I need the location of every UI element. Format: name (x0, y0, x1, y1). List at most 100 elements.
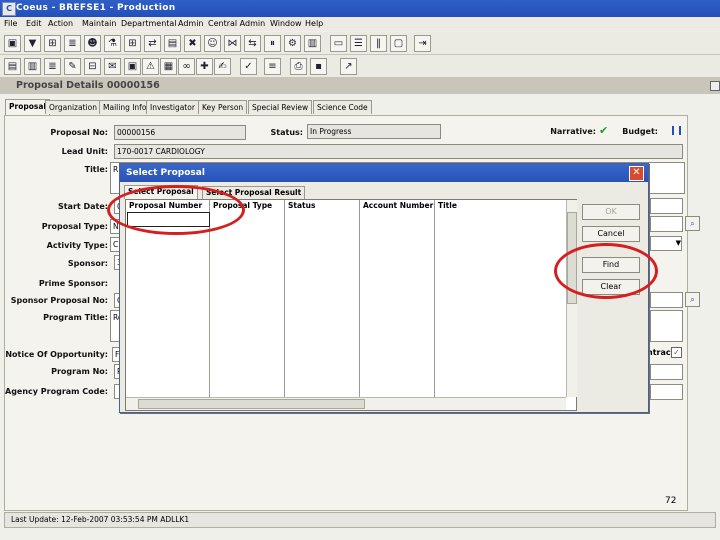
vertical-scrollbar[interactable] (566, 200, 577, 397)
maximize-icon[interactable] (710, 81, 720, 91)
proposal-no-field: 00000156 (114, 125, 246, 140)
tab-proposal[interactable]: Proposal (5, 99, 50, 115)
menu-admin[interactable]: Admin (178, 19, 204, 28)
ok-button[interactable]: OK (582, 204, 640, 220)
program-title-right-field[interactable] (650, 310, 683, 342)
dialog-title-bar: Select Proposal ✕ (120, 164, 648, 182)
column-title[interactable]: Title (438, 201, 457, 211)
tools-icon[interactable]: ✖ (184, 35, 201, 52)
list-icon[interactable]: ≣ (44, 58, 61, 75)
column-divider (284, 200, 285, 397)
tab-science-code[interactable]: Science Code (313, 100, 372, 114)
sponsor-label: Sponsor: (67, 259, 108, 268)
tab-mailing-info[interactable]: Mailing Info (99, 100, 151, 114)
new-icon[interactable]: ▤ (4, 58, 21, 75)
network-icon[interactable]: ⋈ (224, 35, 241, 52)
grid-icon[interactable]: ⊞ (44, 35, 61, 52)
program-no-right-field[interactable] (650, 364, 683, 380)
down-arrow-icon[interactable]: ▼ (24, 35, 41, 52)
arrows-icon[interactable]: ⇄ (144, 35, 161, 52)
horizontal-scrollbar[interactable] (126, 397, 566, 410)
list-icon[interactable]: ≣ (64, 35, 81, 52)
proposal-type-label: Proposal Type: (41, 222, 108, 231)
grid-icon[interactable]: ⊞ (124, 35, 141, 52)
save-icon[interactable]: ▪ (310, 58, 327, 75)
status-bar: Last Update: 12-Feb-2007 03:53:54 PM ADL… (4, 512, 716, 528)
people-icon[interactable]: ☻ (84, 35, 101, 52)
chart-icon[interactable]: ▥ (304, 35, 321, 52)
warning-icon[interactable]: ⚠ (142, 58, 159, 75)
proposal-window-title-bar: Proposal Details 00000156 (0, 78, 720, 94)
budget-label: Budget: (622, 127, 658, 136)
column-account-number[interactable]: Account Number (363, 201, 433, 211)
tab-organization[interactable]: Organization (45, 100, 101, 114)
menu-help[interactable]: Help (305, 19, 323, 28)
sponsor-proposal-no-label: Sponsor Proposal No: (10, 296, 108, 305)
contract-checkbox[interactable]: ✓ (671, 347, 682, 358)
lead-unit-field: 170-0017 CARDIOLOGY (114, 144, 683, 159)
flask-icon[interactable]: ⚗ (104, 35, 121, 52)
print-icon[interactable]: ⎙ (290, 58, 307, 75)
users-icon[interactable]: ☺ (204, 35, 221, 52)
dialog-title: Select Proposal (126, 168, 205, 178)
activity-type-dropdown[interactable]: ▼ (650, 236, 682, 251)
slide-number: 72 (665, 496, 677, 506)
flow-icon[interactable]: ⇆ (244, 35, 261, 52)
open-icon[interactable]: ▣ (4, 35, 21, 52)
lead-unit-label: Lead Unit: (61, 147, 108, 156)
date-right-field[interactable] (650, 198, 683, 214)
close-icon[interactable]: ✕ (629, 166, 644, 181)
document-icon[interactable]: ▭ (330, 35, 347, 52)
menu-action[interactable]: Action (48, 19, 73, 28)
tab-special-review[interactable]: Special Review (248, 100, 313, 114)
doc-icon[interactable]: ▦ (160, 58, 177, 75)
edit-icon[interactable]: ✍ (214, 58, 231, 75)
status-label: Status: (270, 128, 303, 137)
column-divider (359, 200, 360, 397)
notes-icon[interactable]: ✎ (64, 58, 81, 75)
export-icon[interactable]: ⇥ (414, 35, 431, 52)
menu-departmental[interactable]: Departmental (121, 19, 177, 28)
proposal-type-right-field[interactable] (650, 216, 683, 232)
menu-file[interactable]: File (4, 19, 17, 28)
window-icon[interactable]: ▢ (390, 35, 407, 52)
approve-icon[interactable]: ✚ (196, 58, 213, 75)
table-icon[interactable]: ▤ (164, 35, 181, 52)
title-label: Title: (84, 165, 108, 174)
proposal-window-title: Proposal Details 00000156 (16, 80, 160, 91)
status-field: In Progress (307, 124, 441, 139)
cancel-button[interactable]: Cancel (582, 226, 640, 242)
sponsor-search-icon[interactable]: ⌕ (685, 292, 700, 307)
attach-icon[interactable]: ⊟ (84, 58, 101, 75)
program-title-label: Program Title: (43, 313, 108, 322)
last-update-text: Last Update: 12-Feb-2007 03:53:54 PM ADL… (11, 515, 190, 524)
app-title: Coeus - BREFSE1 - Production (16, 3, 176, 13)
tab-investigator[interactable]: Investigator (146, 100, 199, 114)
horizontal-scroll-thumb[interactable] (138, 399, 365, 409)
column-status[interactable]: Status (288, 201, 315, 211)
sponsor-right-field[interactable] (650, 292, 683, 308)
activity-type-label: Activity Type: (46, 241, 108, 250)
tab-key-person[interactable]: Key Person (198, 100, 248, 114)
lookup-search-icon[interactable]: ⌕ (685, 216, 700, 231)
proposal-tabs: Proposal Organization Mailing Info Inves… (0, 99, 720, 115)
highlight-ring-proposal-number (107, 185, 245, 235)
book-icon[interactable]: ▣ (124, 58, 141, 75)
menu-central-admin[interactable]: Central Admin (208, 19, 265, 28)
gear-icon[interactable]: ⚙ (284, 35, 301, 52)
menu-edit[interactable]: Edit (26, 19, 42, 28)
mail-icon[interactable]: ✉ (104, 58, 121, 75)
binoculars-icon[interactable]: ∞ (178, 58, 195, 75)
columns2-icon[interactable]: ‖ (370, 35, 387, 52)
stack-icon[interactable]: ≡ (264, 58, 281, 75)
agency-code-right-field[interactable] (650, 384, 683, 400)
check-list-icon[interactable]: ✓ (240, 58, 257, 75)
menu-bar: File Edit Action Maintain Departmental A… (0, 17, 720, 31)
columns-icon[interactable]: ☰ (350, 35, 367, 52)
menu-window[interactable]: Window (270, 19, 302, 28)
copy-icon[interactable]: ▥ (24, 58, 41, 75)
close-form-icon[interactable]: ↗ (340, 58, 357, 75)
column-divider (434, 200, 435, 397)
pause-icon[interactable]: ⏸ (264, 35, 281, 52)
menu-maintain[interactable]: Maintain (82, 19, 116, 28)
